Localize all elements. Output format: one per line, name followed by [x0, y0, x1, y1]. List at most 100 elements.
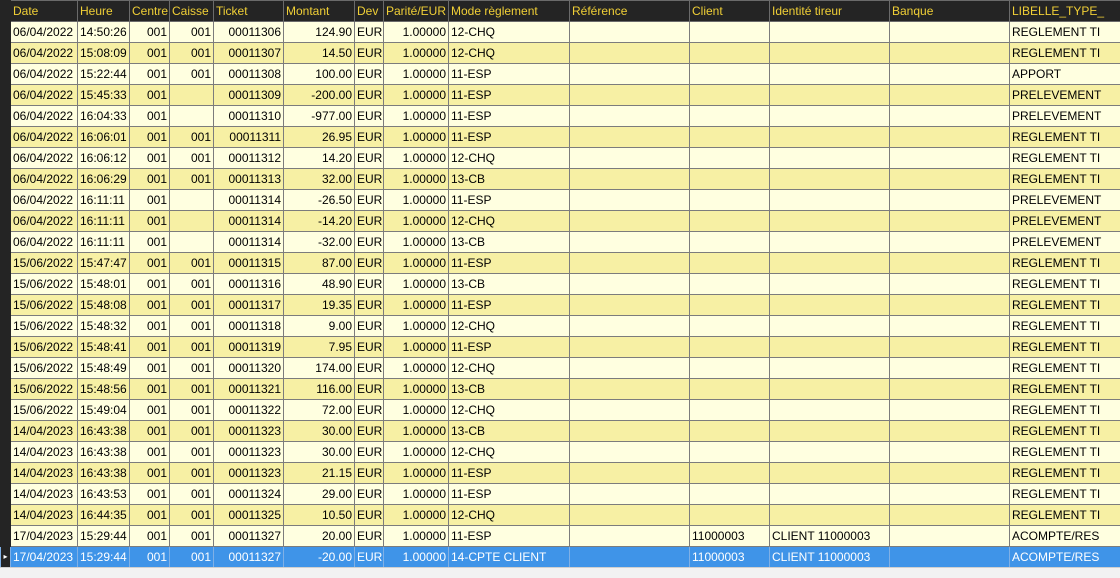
table-row[interactable]: ▸17/04/202315:29:4400100100011327-20.00E… [1, 547, 1120, 568]
cell-libelle-type[interactable]: APPORT [1010, 64, 1120, 85]
cell-parite[interactable]: 1.00000 [384, 337, 449, 358]
cell-banque[interactable] [890, 316, 1010, 337]
cell-client[interactable] [690, 337, 770, 358]
cell-dev[interactable]: EUR [355, 526, 384, 547]
row-indicator[interactable] [1, 295, 11, 316]
table-row[interactable]: 06/04/202216:04:3300100011310-977.00EUR1… [1, 106, 1120, 127]
cell-centre[interactable]: 001 [130, 484, 170, 505]
cell-banque[interactable] [890, 190, 1010, 211]
cell-identite-tireur[interactable] [770, 253, 890, 274]
cell-reference[interactable] [570, 85, 690, 106]
cell-banque[interactable] [890, 421, 1010, 442]
cell-parite[interactable]: 1.00000 [384, 64, 449, 85]
cell-parite[interactable]: 1.00000 [384, 169, 449, 190]
column-header-heure[interactable]: Heure [78, 1, 130, 22]
table-row[interactable]: 06/04/202216:06:010010010001131126.95EUR… [1, 127, 1120, 148]
cell-libelle-type[interactable]: REGLEMENT TI [1010, 463, 1120, 484]
table-row[interactable]: 14/04/202316:43:380010010001132330.00EUR… [1, 421, 1120, 442]
cell-ticket[interactable]: 00011311 [214, 127, 284, 148]
cell-ticket[interactable]: 00011325 [214, 505, 284, 526]
column-header-client[interactable]: Client [690, 1, 770, 22]
cell-parite[interactable]: 1.00000 [384, 442, 449, 463]
cell-caisse[interactable]: 001 [170, 526, 214, 547]
cell-parite[interactable]: 1.00000 [384, 484, 449, 505]
cell-centre[interactable]: 001 [130, 358, 170, 379]
cell-mode-reglement[interactable]: 11-ESP [449, 484, 570, 505]
cell-parite[interactable]: 1.00000 [384, 211, 449, 232]
cell-parite[interactable]: 1.00000 [384, 421, 449, 442]
cell-parite[interactable]: 1.00000 [384, 85, 449, 106]
cell-montant[interactable]: 9.00 [284, 316, 355, 337]
row-indicator[interactable] [1, 148, 11, 169]
cell-banque[interactable] [890, 148, 1010, 169]
cell-identite-tireur[interactable] [770, 484, 890, 505]
cell-parite[interactable]: 1.00000 [384, 295, 449, 316]
cell-libelle-type[interactable]: REGLEMENT TI [1010, 484, 1120, 505]
cell-client[interactable] [690, 190, 770, 211]
column-header-parite[interactable]: Parité/EUR [384, 1, 449, 22]
cell-dev[interactable]: EUR [355, 442, 384, 463]
cell-libelle-type[interactable]: REGLEMENT TI [1010, 505, 1120, 526]
cell-date[interactable]: 17/04/2023 [11, 547, 78, 568]
cell-reference[interactable] [570, 484, 690, 505]
cell-montant[interactable]: 14.20 [284, 148, 355, 169]
table-row[interactable]: 06/04/202216:11:1100100011314-32.00EUR1.… [1, 232, 1120, 253]
cell-dev[interactable]: EUR [355, 64, 384, 85]
cell-date[interactable]: 06/04/2022 [11, 43, 78, 64]
cell-ticket[interactable]: 00011317 [214, 295, 284, 316]
cell-heure[interactable]: 15:48:49 [78, 358, 130, 379]
cell-mode-reglement[interactable]: 11-ESP [449, 463, 570, 484]
row-indicator[interactable] [1, 43, 11, 64]
cell-heure[interactable]: 15:48:08 [78, 295, 130, 316]
cell-caisse[interactable] [170, 106, 214, 127]
cell-mode-reglement[interactable]: 14-CPTE CLIENT [449, 547, 570, 568]
cell-date[interactable]: 15/06/2022 [11, 358, 78, 379]
cell-banque[interactable] [890, 505, 1010, 526]
cell-libelle-type[interactable]: PRELEVEMENT [1010, 85, 1120, 106]
cell-libelle-type[interactable]: REGLEMENT TI [1010, 442, 1120, 463]
cell-heure[interactable]: 16:04:33 [78, 106, 130, 127]
cell-reference[interactable] [570, 274, 690, 295]
cell-libelle-type[interactable]: REGLEMENT TI [1010, 127, 1120, 148]
table-row[interactable]: 06/04/202216:11:1100100011314-14.20EUR1.… [1, 211, 1120, 232]
cell-heure[interactable]: 16:43:53 [78, 484, 130, 505]
cell-identite-tireur[interactable] [770, 442, 890, 463]
cell-mode-reglement[interactable]: 12-CHQ [449, 358, 570, 379]
cell-caisse[interactable]: 001 [170, 148, 214, 169]
cell-ticket[interactable]: 00011327 [214, 526, 284, 547]
cell-ticket[interactable]: 00011323 [214, 442, 284, 463]
cell-reference[interactable] [570, 295, 690, 316]
cell-heure[interactable]: 14:50:26 [78, 22, 130, 43]
cell-mode-reglement[interactable]: 11-ESP [449, 295, 570, 316]
cell-client[interactable] [690, 148, 770, 169]
cell-ticket[interactable]: 00011314 [214, 211, 284, 232]
cell-montant[interactable]: 87.00 [284, 253, 355, 274]
cell-parite[interactable]: 1.00000 [384, 22, 449, 43]
cell-centre[interactable]: 001 [130, 400, 170, 421]
cell-libelle-type[interactable]: REGLEMENT TI [1010, 295, 1120, 316]
row-indicator[interactable] [1, 505, 11, 526]
cell-date[interactable]: 14/04/2023 [11, 442, 78, 463]
cell-libelle-type[interactable]: PRELEVEMENT [1010, 211, 1120, 232]
cell-identite-tireur[interactable] [770, 400, 890, 421]
cell-date[interactable]: 14/04/2023 [11, 484, 78, 505]
cell-centre[interactable]: 001 [130, 253, 170, 274]
cell-mode-reglement[interactable]: 11-ESP [449, 190, 570, 211]
cell-caisse[interactable]: 001 [170, 127, 214, 148]
cell-heure[interactable]: 15:47:47 [78, 253, 130, 274]
cell-montant[interactable]: 20.00 [284, 526, 355, 547]
cell-montant[interactable]: 72.00 [284, 400, 355, 421]
cell-mode-reglement[interactable]: 12-CHQ [449, 43, 570, 64]
cell-centre[interactable]: 001 [130, 64, 170, 85]
cell-client[interactable] [690, 43, 770, 64]
cell-reference[interactable] [570, 190, 690, 211]
cell-heure[interactable]: 16:43:38 [78, 421, 130, 442]
cell-ticket[interactable]: 00011319 [214, 337, 284, 358]
table-row[interactable]: 15/06/202215:48:080010010001131719.35EUR… [1, 295, 1120, 316]
cell-dev[interactable]: EUR [355, 85, 384, 106]
cell-mode-reglement[interactable]: 11-ESP [449, 253, 570, 274]
cell-reference[interactable] [570, 526, 690, 547]
column-header-reference[interactable]: Référence [570, 1, 690, 22]
cell-client[interactable] [690, 127, 770, 148]
cell-date[interactable]: 06/04/2022 [11, 22, 78, 43]
